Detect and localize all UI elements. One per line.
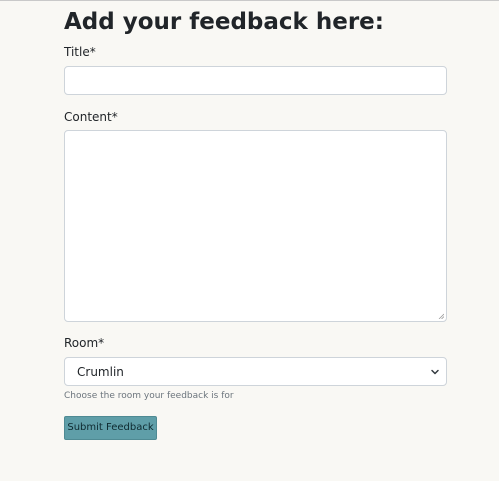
content-textarea[interactable] bbox=[64, 130, 447, 322]
submit-feedback-button[interactable]: Submit Feedback bbox=[64, 416, 157, 440]
submit-feedback-label: Submit Feedback bbox=[67, 422, 154, 433]
title-label: Title* bbox=[64, 45, 96, 59]
content-label: Content* bbox=[64, 110, 118, 124]
room-select-value: Crumlin bbox=[77, 364, 124, 379]
chevron-down-icon bbox=[431, 369, 439, 375]
room-select[interactable]: Crumlin bbox=[64, 357, 447, 386]
room-help-text: Choose the room your feedback is for bbox=[64, 391, 234, 401]
page-title: Add your feedback here: bbox=[64, 9, 384, 35]
room-label: Room* bbox=[64, 336, 105, 350]
title-input[interactable] bbox=[64, 66, 447, 95]
resize-grip-icon[interactable] bbox=[438, 313, 444, 319]
